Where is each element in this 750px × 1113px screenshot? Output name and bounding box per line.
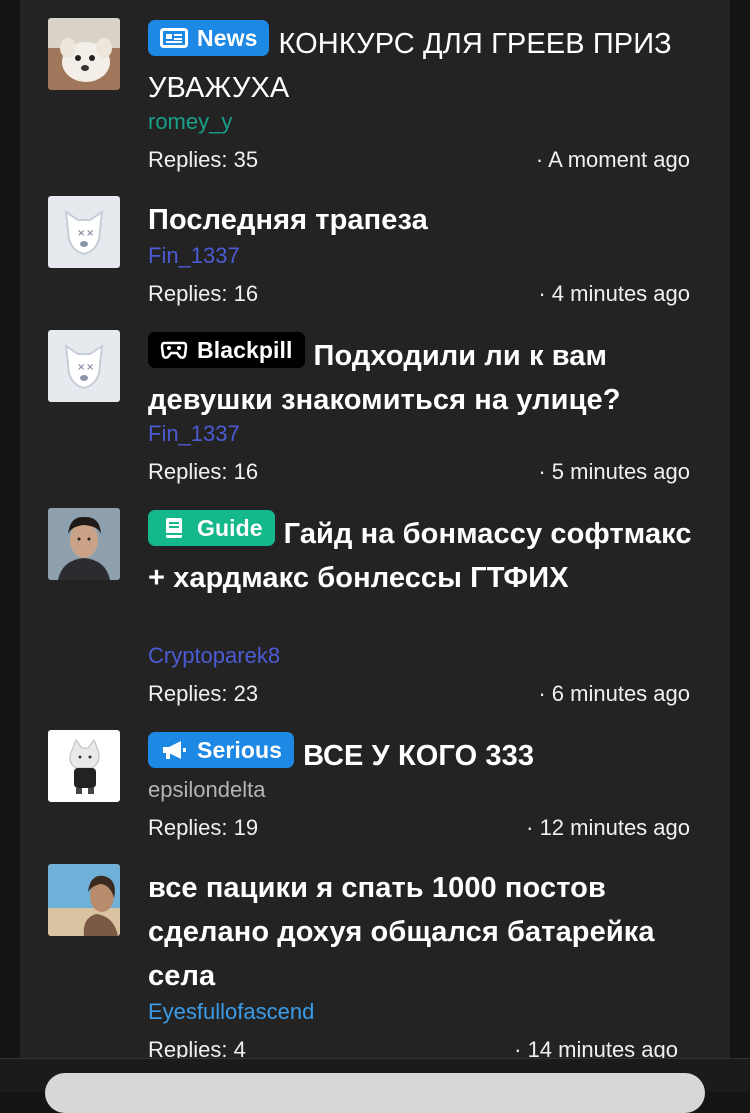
thread-time[interactable]: · 5 minutes ago xyxy=(538,458,690,486)
reply-count: Replies: 16 xyxy=(148,281,259,306)
prefix-label: Blackpill xyxy=(197,337,293,363)
thread-title[interactable]: Последняя трапеза xyxy=(148,198,693,242)
svg-text:×: × xyxy=(86,362,94,373)
reply-count: Replies: 35 xyxy=(148,147,259,172)
avatar[interactable] xyxy=(48,18,120,90)
thread-author[interactable]: epsilondelta xyxy=(148,776,265,804)
reply-count: Replies: 16 xyxy=(148,459,259,484)
thread-title[interactable]: Guide Гайд на бонмассу софтмакс + хардма… xyxy=(148,510,693,600)
avatar[interactable] xyxy=(48,864,120,936)
reply-count: Replies: 19 xyxy=(148,815,259,840)
thread-author[interactable]: romey_y xyxy=(148,108,232,136)
prefix-badge[interactable]: Blackpill xyxy=(148,332,305,368)
thread-title-text: ВСЕ У КОГО 333 xyxy=(303,740,535,772)
newspaper-icon xyxy=(160,27,188,49)
thread-title[interactable]: Serious ВСЕ У КОГО 333 xyxy=(148,732,693,778)
prefix-badge[interactable]: Serious xyxy=(148,732,295,768)
reply-count: Replies: 23 xyxy=(148,681,259,706)
svg-text:×: × xyxy=(86,228,94,239)
thread-time[interactable]: · A moment ago xyxy=(536,146,690,174)
prefix-label: Guide xyxy=(197,515,263,541)
thread-time[interactable]: · 6 minutes ago xyxy=(538,680,690,708)
address-bar[interactable] xyxy=(45,1073,705,1113)
thread-time[interactable]: · 4 minutes ago xyxy=(538,280,690,308)
thread-title[interactable]: News КОНКУРС ДЛЯ ГРЕЕВ ПРИЗ УВАЖУХА xyxy=(148,20,693,110)
thread-title[interactable]: все пацики я спать 1000 постов сделано д… xyxy=(148,866,693,998)
prefix-label: Serious xyxy=(197,737,283,763)
thread-author[interactable]: Fin_1337 xyxy=(148,242,240,270)
thread-author[interactable]: Eyesfullofascend xyxy=(148,998,314,1026)
prefix-badge[interactable]: Guide xyxy=(148,510,275,546)
thread-author[interactable]: Cryptoparek8 xyxy=(148,642,280,670)
thread-author[interactable]: Fin_1337 xyxy=(148,420,240,448)
deleted-user-avatar[interactable]: × × xyxy=(48,196,120,268)
prefix-badge[interactable]: News xyxy=(148,20,270,56)
gamepad-icon xyxy=(160,339,188,361)
svg-text:×: × xyxy=(77,228,85,239)
thread-time[interactable]: · 12 minutes ago xyxy=(526,814,690,842)
avatar[interactable] xyxy=(48,508,120,580)
thread-title[interactable]: Blackpill Подходили ли к вам девушки зна… xyxy=(148,332,693,422)
avatar[interactable] xyxy=(48,730,120,802)
book-icon xyxy=(160,517,188,539)
thread-list: News КОНКУРС ДЛЯ ГРЕЕВ ПРИЗ УВАЖУХА rome… xyxy=(20,0,730,1091)
deleted-user-avatar[interactable]: × × xyxy=(48,330,120,402)
megaphone-icon xyxy=(160,739,188,761)
prefix-label: News xyxy=(197,25,258,51)
svg-text:×: × xyxy=(77,362,85,373)
